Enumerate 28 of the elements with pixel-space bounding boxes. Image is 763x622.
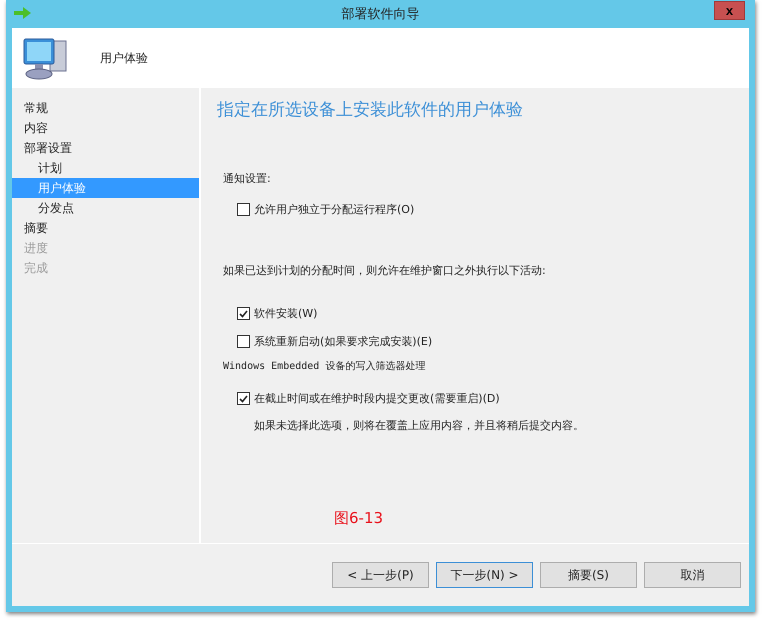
- sidebar-item[interactable]: 分发点: [12, 198, 199, 218]
- section-label: 通知设置:: [223, 171, 271, 186]
- close-button[interactable]: x: [714, 1, 745, 20]
- sidebar-item[interactable]: 部署设置: [12, 138, 199, 158]
- arrow-icon: [14, 7, 31, 19]
- wizard-button[interactable]: 摘要(S): [540, 562, 637, 588]
- window-title: 部署软件向导: [342, 6, 420, 23]
- checkbox-label: 软件安装(W): [254, 306, 318, 321]
- page-heading: 指定在所选设备上安装此软件的用户体验: [217, 99, 523, 121]
- wizard-button[interactable]: 取消: [644, 562, 741, 588]
- checkbox[interactable]: [237, 392, 250, 405]
- checkbox-label: 在截止时间或在维护时段内提交更改(需要重启)(D): [254, 391, 500, 406]
- sidebar-item[interactable]: 计划: [12, 158, 199, 178]
- wizard-button[interactable]: 下一步(N) >: [436, 562, 533, 588]
- checkbox-label: 系统重新启动(如果要求完成安装)(E): [254, 334, 432, 349]
- section-label: 如果已达到计划的分配时间，则允许在维护窗口之外执行以下活动:: [223, 263, 546, 278]
- wizard-button[interactable]: < 上一步(P): [332, 562, 429, 588]
- sidebar-item[interactable]: 摘要: [12, 218, 199, 238]
- checkbox[interactable]: [237, 335, 250, 348]
- sidebar-item[interactable]: 内容: [12, 118, 199, 138]
- sidebar-item[interactable]: 常规: [12, 98, 199, 118]
- figure-label: 图6-13: [334, 509, 384, 528]
- checkbox-label: 允许用户独立于分配运行程序(O): [254, 202, 414, 217]
- option-note: 如果未选择此选项，则将在覆盖上应用内容，并且将稍后提交内容。: [254, 418, 584, 433]
- checkbox[interactable]: [237, 307, 250, 320]
- checkbox[interactable]: [237, 203, 250, 216]
- header-title: 用户体验: [100, 50, 148, 66]
- section-label: Windows Embedded 设备的写入筛选器处理: [223, 360, 426, 373]
